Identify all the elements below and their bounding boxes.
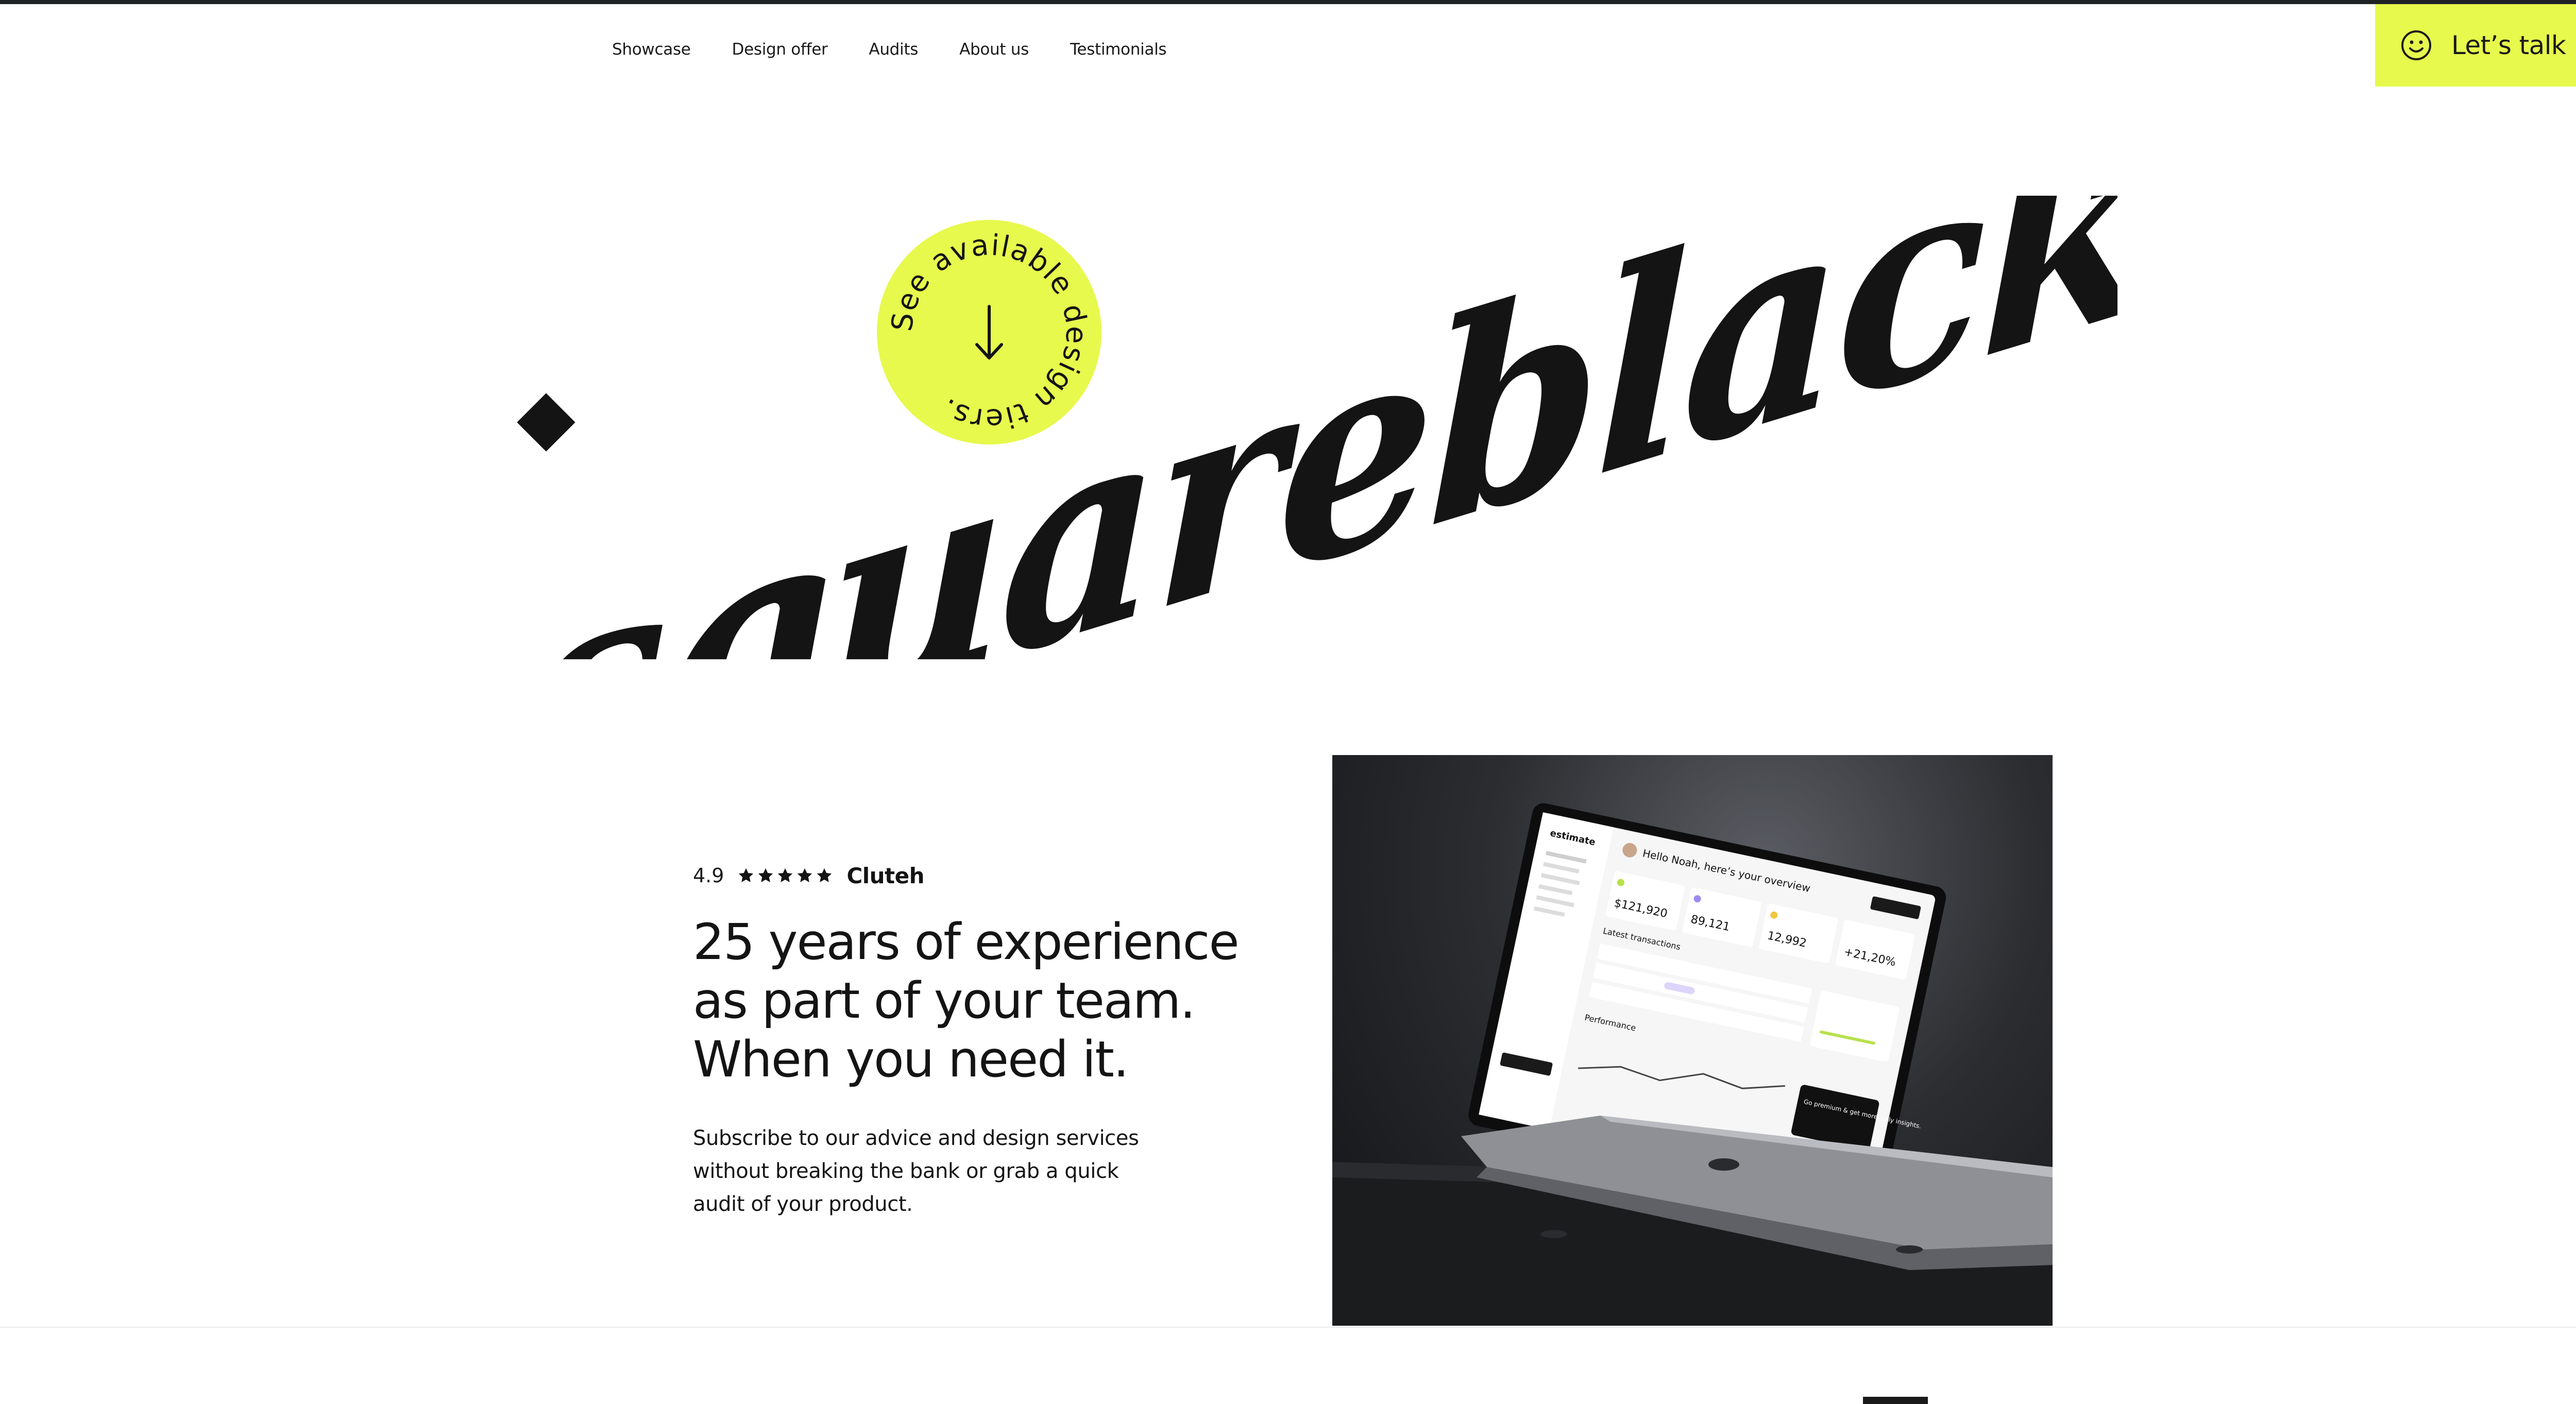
- star-icon: [758, 868, 773, 882]
- lets-talk-label: Let’s talk: [2451, 30, 2566, 60]
- smile-icon: [2401, 30, 2431, 60]
- laptop-photo: estimate Hello Noah, here’s your overvie…: [1332, 755, 2053, 1326]
- design-tiers-badge[interactable]: See available design tiers.: [876, 219, 1103, 446]
- nav-showcase[interactable]: Showcase: [612, 40, 691, 62]
- rating-score: 4.9: [693, 864, 724, 887]
- logo-wordmark: squareblack: [521, 196, 2117, 659]
- hero-text: 4.9 Cluteh 25 years of experience as par…: [693, 855, 1260, 1241]
- star-icon: [778, 868, 793, 882]
- main-nav: Showcase Design offer Audits About us Te…: [612, 40, 1208, 62]
- nav-testimonials[interactable]: Testimonials: [1070, 40, 1167, 62]
- nav-design-offer[interactable]: Design offer: [732, 40, 828, 62]
- nav-about-us[interactable]: About us: [959, 40, 1029, 62]
- cluteh-logo-text: Cluteh: [846, 863, 925, 888]
- squareblack-logo: squareblack: [517, 196, 2117, 659]
- headline-line-2: as part of your team.: [693, 972, 1196, 1030]
- headline-line-1: 25 years of experience: [693, 913, 1240, 971]
- hero-headline: 25 years of experience as part of your t…: [693, 913, 1260, 1089]
- logo-dot: [517, 393, 575, 452]
- next-section-peek: [1863, 1397, 1928, 1404]
- nav-audits[interactable]: Audits: [869, 40, 918, 62]
- star-icon: [798, 868, 812, 882]
- headline-line-3: When you need it.: [693, 1031, 1129, 1088]
- laptop-illustration: estimate Hello Noah, here’s your overvie…: [1332, 803, 2053, 1326]
- section-divider: [0, 1327, 2576, 1328]
- rating-stars: [737, 867, 835, 884]
- star-icon: [739, 868, 754, 882]
- star-icon: [817, 868, 832, 882]
- top-border: [0, 0, 2576, 4]
- cluteh-rating[interactable]: 4.9 Cluteh: [693, 855, 1260, 896]
- hero-subtext: Subscribe to our advice and design servi…: [693, 1126, 1139, 1217]
- lets-talk-button[interactable]: Let’s talk: [2375, 4, 2576, 87]
